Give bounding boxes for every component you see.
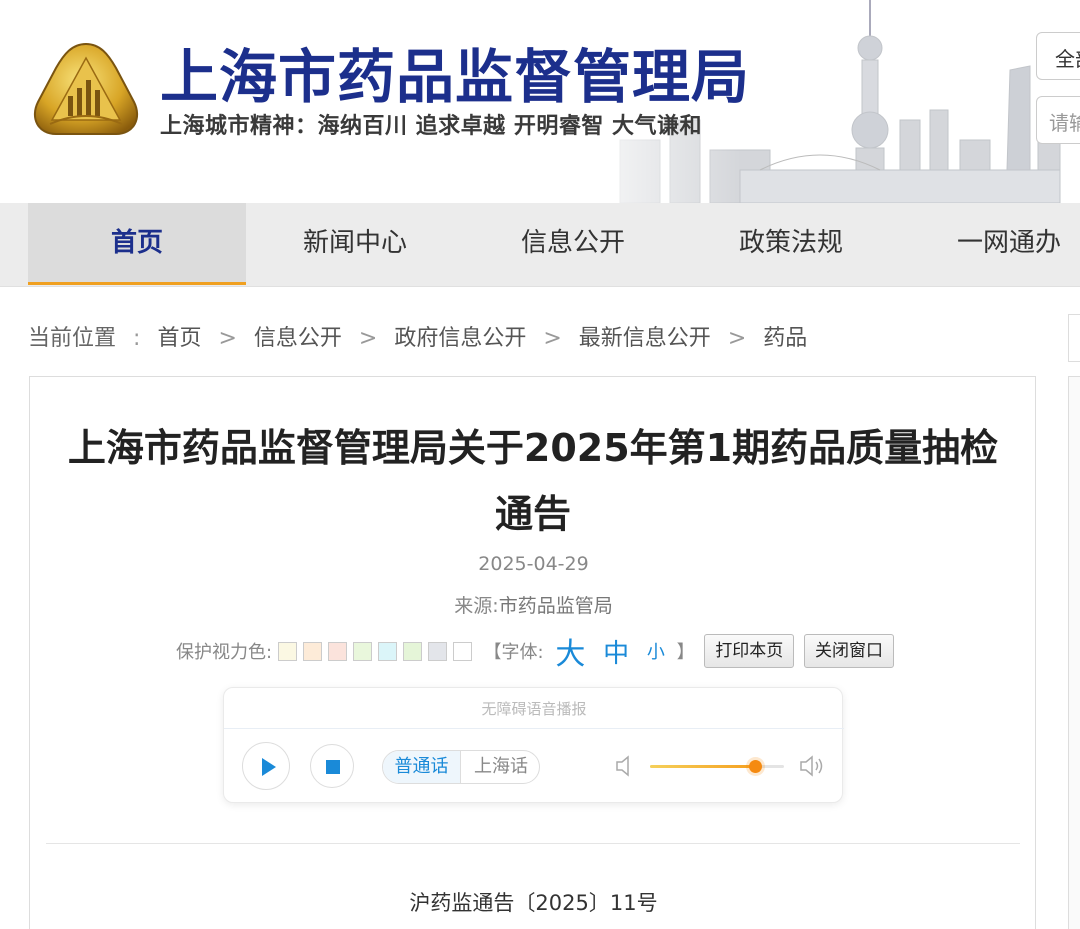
font-medium-option[interactable]: 中 — [603, 639, 629, 669]
site-slogan: 上海城市精神：海纳百川 追求卓越 开明睿智 大气谦和 — [160, 114, 702, 139]
article-panel: 上海市药品监督管理局关于2025年第1期药品质量抽检通告 2025-04-29 … — [29, 376, 1036, 929]
site-title[interactable]: 上海市药品监督管理局 — [160, 30, 750, 114]
site-header: 上海市药品监督管理局 上海城市精神：海纳百川 追求卓越 开明睿智 大气谦和 全部… — [0, 0, 1080, 203]
emblem-logo[interactable] — [30, 40, 142, 140]
dialect-shanghainese-option[interactable]: 上海话 — [462, 751, 539, 783]
breadcrumb-item-latest-info[interactable]: 最新信息公开 — [579, 320, 711, 352]
volume-low-icon[interactable] — [614, 754, 636, 778]
nav-item-online-services[interactable]: 一网通办 — [900, 203, 1080, 285]
breadcrumb-item-info-disclosure[interactable]: 信息公开 — [254, 320, 342, 352]
breadcrumb: 当前位置 : 首页 > 信息公开 > 政府信息公开 > 最新信息公开 > 药品 — [28, 320, 807, 352]
volume-fill — [650, 765, 755, 768]
play-button[interactable] — [242, 742, 290, 790]
reading-tools: 保护视力色: 【字体: 大 中 小 】 打印本页 关闭窗口 — [176, 629, 895, 672]
nav-item-info-disclosure[interactable]: 信息公开 — [464, 203, 682, 285]
volume-high-icon[interactable] — [798, 754, 826, 778]
close-window-button[interactable]: 关闭窗口 — [804, 634, 895, 668]
document-number: 沪药监通告〔2025〕11号 — [409, 891, 658, 915]
eye-color-swatch[interactable] — [327, 641, 347, 661]
source-label: 来源: — [454, 595, 499, 617]
audio-player-label: 无障碍语音播报 — [481, 700, 587, 718]
print-button[interactable]: 打印本页 — [704, 634, 795, 668]
article-source: 来源:市药品监管局 — [30, 591, 1037, 618]
breadcrumb-separator: > — [543, 326, 562, 351]
eye-color-swatch[interactable] — [277, 641, 297, 661]
eye-color-swatch[interactable] — [427, 641, 447, 661]
main-nav: 首页 新闻中心 信息公开 政策法规 一网通办 — [0, 203, 1080, 287]
breadcrumb-item-gov-info[interactable]: 政府信息公开 — [394, 320, 526, 352]
breadcrumb-item-drugs[interactable]: 药品 — [763, 320, 807, 352]
content-divider — [46, 843, 1020, 844]
breadcrumb-separator: > — [218, 326, 237, 351]
article-title: 上海市药品监督管理局关于2025年第1期药品质量抽检通告 — [67, 426, 999, 536]
eye-color-swatch[interactable] — [352, 641, 372, 661]
breadcrumb-prefix: 当前位置 — [28, 326, 117, 351]
sidebar-edge-panel — [1068, 376, 1080, 929]
audio-progress-line[interactable] — [224, 728, 844, 729]
nav-item-home[interactable]: 首页 — [28, 203, 246, 285]
font-size-bracket: 】 — [676, 642, 695, 663]
eye-color-swatch[interactable] — [377, 641, 397, 661]
dialect-toggle: 普通话 上海话 — [382, 750, 540, 784]
eye-color-swatch[interactable] — [452, 641, 472, 661]
stop-icon — [326, 760, 340, 774]
volume-knob[interactable] — [748, 760, 762, 773]
search-input[interactable]: 请输 — [1036, 96, 1080, 144]
font-small-option[interactable]: 小 — [647, 642, 665, 663]
volume-slider[interactable] — [650, 760, 784, 773]
breadcrumb-item-home[interactable]: 首页 — [157, 320, 201, 352]
audio-player: 无障碍语音播报 普通话 上海话 — [223, 687, 844, 803]
font-size-label: 【字体: — [483, 642, 544, 663]
source-value: 市药品监管局 — [498, 595, 613, 617]
stop-button[interactable] — [310, 744, 354, 788]
dialect-mandarin-option[interactable]: 普通话 — [383, 751, 461, 783]
article-date: 2025-04-29 — [478, 553, 589, 575]
font-large-option[interactable]: 大 — [555, 637, 585, 672]
sidebar-edge-box — [1068, 314, 1080, 362]
breadcrumb-separator: > — [358, 326, 378, 351]
eye-color-swatch[interactable] — [302, 641, 322, 661]
search-scope-button[interactable]: 全部 — [1036, 32, 1080, 80]
breadcrumb-separator: > — [727, 326, 747, 351]
breadcrumb-colon: : — [133, 326, 141, 351]
nav-item-news[interactable]: 新闻中心 — [246, 203, 464, 285]
eye-color-swatch[interactable] — [402, 641, 422, 661]
nav-item-policies[interactable]: 政策法规 — [682, 203, 900, 285]
eye-color-label: 保护视力色: — [176, 642, 273, 663]
play-icon — [262, 758, 276, 776]
